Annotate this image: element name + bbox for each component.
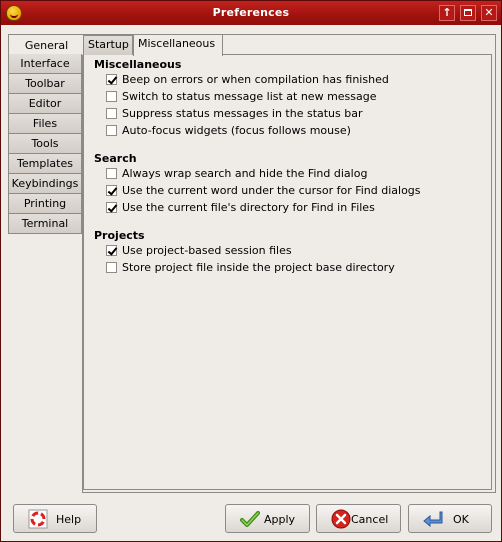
checkbox-box[interactable] <box>106 202 117 213</box>
checkmark-icon <box>240 511 260 527</box>
shade-up-icon[interactable]: ↑ <box>439 5 455 21</box>
checkbox-box[interactable] <box>106 74 117 85</box>
tab-interface[interactable]: Interface <box>8 54 82 74</box>
checkbox-box[interactable] <box>106 262 117 273</box>
cancel-x-icon <box>331 509 351 529</box>
checkbox-box[interactable] <box>106 108 117 119</box>
checkbox-label: Auto-focus widgets (focus follows mouse) <box>122 124 351 137</box>
tab-tools[interactable]: Tools <box>8 134 82 154</box>
checkbox-label: Beep on errors or when compilation has f… <box>122 73 389 86</box>
checkbox-label: Use project-based session files <box>122 244 292 257</box>
tab-miscellaneous[interactable]: Miscellaneous <box>133 34 223 56</box>
tab-startup[interactable]: Startup <box>83 35 133 55</box>
apply-label: Apply <box>264 513 296 526</box>
checkbox-box[interactable] <box>106 245 117 256</box>
checkbox-box[interactable] <box>106 185 117 196</box>
maximize-icon[interactable] <box>460 5 476 21</box>
section-title-miscellaneous: Miscellaneous <box>94 58 182 71</box>
title-bar[interactable]: Preferences ↑ ✕ <box>1 1 501 25</box>
checkbox-label: Store project file inside the project ba… <box>122 261 395 274</box>
ok-button[interactable]: OK <box>408 504 492 533</box>
checkbox-label: Suppress status messages in the status b… <box>122 107 363 120</box>
checkbox-box[interactable] <box>106 125 117 136</box>
checkbox-label: Always wrap search and hide the Find dia… <box>122 167 368 180</box>
apply-button[interactable]: Apply <box>225 504 310 533</box>
checkbox-label: Use the current word under the cursor fo… <box>122 184 421 197</box>
cancel-label: Cancel <box>351 513 389 526</box>
tab-editor[interactable]: Editor <box>8 94 82 114</box>
tab-files[interactable]: Files <box>8 114 82 134</box>
preferences-window: Preferences ↑ ✕ General Interface Toolba… <box>0 0 502 542</box>
checkbox-box[interactable] <box>106 168 117 179</box>
section-title-search: Search <box>94 152 137 165</box>
close-icon[interactable]: ✕ <box>481 5 497 21</box>
help-label: Help <box>56 513 82 526</box>
help-lifebuoy-icon <box>28 509 48 529</box>
tab-terminal[interactable]: Terminal <box>8 214 82 234</box>
tab-templates[interactable]: Templates <box>8 154 82 174</box>
window-title: Preferences <box>212 6 290 19</box>
checkbox-label: Use the current file's directory for Fin… <box>122 201 375 214</box>
tab-general[interactable]: General <box>8 34 84 56</box>
tab-keybindings[interactable]: Keybindings <box>8 174 82 194</box>
checkbox-label: Switch to status message list at new mes… <box>122 90 377 103</box>
checkbox-box[interactable] <box>106 91 117 102</box>
side-tab-list: General Interface Toolbar Editor Files T… <box>8 34 84 234</box>
help-button[interactable]: Help <box>13 504 97 533</box>
ok-label: OK <box>453 513 469 526</box>
tab-printing[interactable]: Printing <box>8 194 82 214</box>
enter-arrow-icon <box>423 511 443 528</box>
tab-toolbar[interactable]: Toolbar <box>8 74 82 94</box>
section-title-projects: Projects <box>94 229 145 242</box>
cancel-button[interactable]: Cancel <box>316 504 401 533</box>
